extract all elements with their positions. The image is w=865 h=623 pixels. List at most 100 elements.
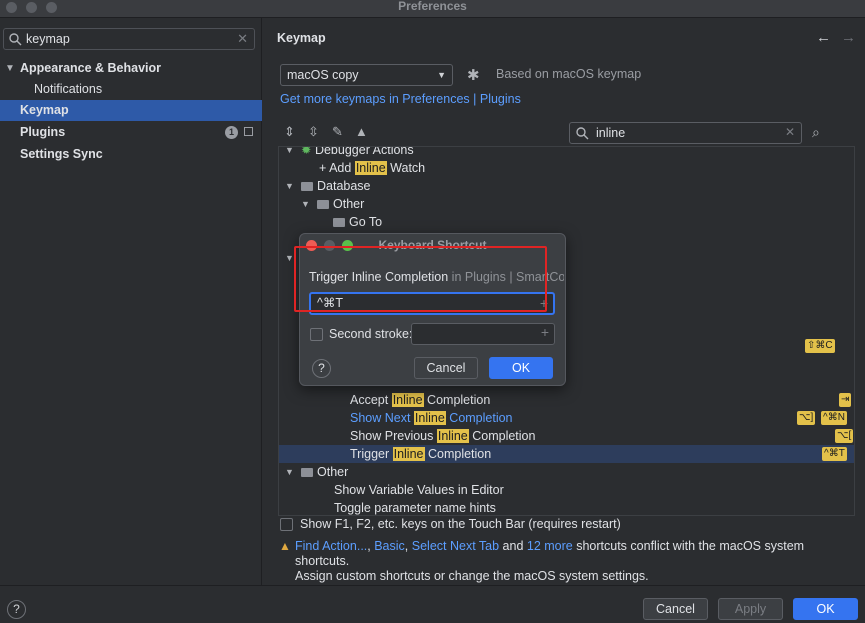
tree-row[interactable]: Show Previous Inline Completion ⌥[ xyxy=(279,427,854,445)
chevron-down-icon[interactable]: ▼ xyxy=(285,147,294,159)
action-filter-value: inline xyxy=(596,126,626,140)
tree-row-selected[interactable]: Trigger Inline Completion ^⌘T xyxy=(279,445,854,463)
touchbar-checkbox-label: Show F1, F2, etc. keys on the Touch Bar … xyxy=(300,517,621,531)
second-stroke-field[interactable]: + xyxy=(411,323,555,345)
window-title: Preferences xyxy=(398,0,467,13)
title-bar: Preferences xyxy=(0,0,865,18)
sidebar-item-settings-sync[interactable]: Settings Sync xyxy=(0,144,262,165)
tree-row[interactable]: Accept Inline Completion ⇥ xyxy=(279,391,854,409)
tree-row[interactable]: ▼ ✹ Debugger Actions xyxy=(279,146,854,159)
tree-row-label: Completion xyxy=(424,447,492,461)
add-stroke-icon[interactable]: + xyxy=(540,294,548,313)
dropdown-arrow-icon: ▼ xyxy=(437,70,446,80)
find-by-shortcut-icon[interactable]: ⌕ xyxy=(812,124,820,141)
tree-row-label: Go To xyxy=(349,215,383,229)
tree-row-label: Debugger Actions xyxy=(314,146,414,157)
collapse-all-icon[interactable]: ⇳ xyxy=(308,124,319,140)
cancel-button[interactable]: Cancel xyxy=(643,598,708,620)
tree-row[interactable]: Show Next Inline Completion ⌥] ^⌘N xyxy=(279,409,854,427)
footer-bar: ? Cancel Apply OK xyxy=(0,585,865,623)
clear-filter-icon[interactable]: ✕ xyxy=(785,125,795,139)
warning-text: Assign custom shortcuts or change the ma… xyxy=(295,569,649,583)
add-stroke-icon[interactable]: + xyxy=(541,324,549,340)
project-settings-icon xyxy=(244,127,253,136)
sidebar-item-keymap[interactable]: Keymap xyxy=(0,100,262,121)
tree-row-label: Completion xyxy=(445,411,513,425)
dialog-help-button[interactable]: ? xyxy=(312,359,331,378)
expand-all-icon[interactable]: ⇕ xyxy=(284,124,295,140)
folder-icon xyxy=(317,200,329,209)
match-highlight: Inline xyxy=(413,411,446,425)
edit-icon[interactable]: ✎ xyxy=(332,124,343,140)
chevron-down-icon[interactable]: ▼ xyxy=(5,58,15,79)
keyboard-shortcut-dialog: Keyboard Shortcut Trigger Inline Complet… xyxy=(299,233,566,386)
tree-row-label: Accept xyxy=(350,393,392,407)
back-arrow-icon[interactable]: ← xyxy=(816,29,831,46)
more-conflicts-link[interactable]: 12 more xyxy=(527,539,573,553)
match-highlight: Inline xyxy=(436,429,469,443)
sidebar-item-appearance[interactable]: ▼ Appearance & Behavior xyxy=(0,58,262,79)
settings-search[interactable]: ✕ xyxy=(3,28,255,50)
sidebar-item-label: Plugins xyxy=(20,125,66,139)
more-keymaps-link[interactable]: Get more keymaps in Preferences | Plugin… xyxy=(280,92,521,106)
tree-row[interactable]: Show Variable Values in Editor xyxy=(279,481,854,499)
based-on-label: Based on macOS keymap xyxy=(496,67,642,81)
tree-row[interactable]: + Add Inline Watch xyxy=(279,159,854,177)
forward-arrow-icon[interactable]: → xyxy=(841,29,856,46)
basic-link[interactable]: Basic xyxy=(374,539,405,553)
tree-row-label: Database xyxy=(317,179,371,193)
keymap-select[interactable]: macOS copy ▼ xyxy=(280,64,453,86)
tree-row[interactable]: Go To xyxy=(279,213,854,231)
chevron-down-icon[interactable]: ▼ xyxy=(301,195,310,213)
chevron-down-icon[interactable]: ▼ xyxy=(285,463,294,481)
warning-filter-icon[interactable]: ▲ xyxy=(355,124,368,139)
shortcut-badge: ⌥] xyxy=(797,411,816,425)
second-stroke-label: Second stroke: xyxy=(329,327,413,341)
add-watch-icon: + xyxy=(319,161,330,175)
clear-search-icon[interactable]: ✕ xyxy=(237,31,248,47)
sidebar: ✕ ▼ Appearance & Behavior Notifications K… xyxy=(0,18,262,585)
shortcut-badge: ⇧⌘C xyxy=(805,339,835,353)
settings-search-input[interactable] xyxy=(26,30,226,48)
sidebar-item-label: Settings Sync xyxy=(20,147,103,161)
update-count-badge: 1 xyxy=(225,126,238,139)
second-stroke-checkbox[interactable] xyxy=(310,328,323,341)
tree-row-label: Show Variable Values in Editor xyxy=(334,483,504,497)
tree-row-label: Other xyxy=(317,465,349,479)
find-action-link[interactable]: Find Action... xyxy=(295,539,367,553)
tree-row[interactable]: ▼ Other xyxy=(279,195,854,213)
sidebar-item-label: Keymap xyxy=(20,103,69,117)
keymap-select-value: macOS copy xyxy=(287,68,359,82)
chevron-down-icon[interactable]: ▼ xyxy=(285,249,294,267)
folder-icon xyxy=(301,468,313,477)
apply-button[interactable]: Apply xyxy=(718,598,783,620)
select-next-tab-link[interactable]: Select Next Tab xyxy=(412,539,499,553)
tree-row[interactable]: ▼ Other xyxy=(279,463,854,481)
warning-and: and xyxy=(499,539,527,553)
dialog-ok-button[interactable]: OK xyxy=(489,357,553,379)
sidebar-item-plugins[interactable]: Plugins 1 xyxy=(0,122,262,143)
warning-separator: , xyxy=(404,539,412,553)
match-highlight: Inline xyxy=(392,447,425,461)
action-filter-field[interactable]: inline ✕ xyxy=(569,122,802,144)
ok-button[interactable]: OK xyxy=(793,598,858,620)
tree-row-label: Add xyxy=(329,161,355,175)
tree-row[interactable]: ▼ Database xyxy=(279,177,854,195)
chevron-down-icon[interactable]: ▼ xyxy=(285,177,294,195)
shortcut-badge: ⇥ xyxy=(839,393,852,407)
touchbar-checkbox[interactable] xyxy=(280,518,293,531)
tree-row-label: Completion xyxy=(423,393,491,407)
sidebar-item-notifications[interactable]: Notifications xyxy=(0,79,262,100)
dialog-cancel-button[interactable]: Cancel xyxy=(414,357,478,379)
sidebar-item-label: Appearance & Behavior xyxy=(20,61,162,75)
tree-row[interactable]: Toggle parameter name hints xyxy=(279,499,854,515)
dialog-title: Keyboard Shortcut xyxy=(378,238,487,252)
sidebar-item-label: Notifications xyxy=(34,82,103,96)
first-stroke-field[interactable]: ^⌘T + xyxy=(309,292,555,315)
gear-icon[interactable]: ✱ xyxy=(467,66,480,84)
folder-icon xyxy=(333,218,345,227)
warning-icon: ▲ xyxy=(279,539,291,553)
tree-row-label: Show Next xyxy=(350,411,414,425)
match-highlight: Inline xyxy=(391,393,424,407)
help-button[interactable]: ? xyxy=(7,600,26,619)
